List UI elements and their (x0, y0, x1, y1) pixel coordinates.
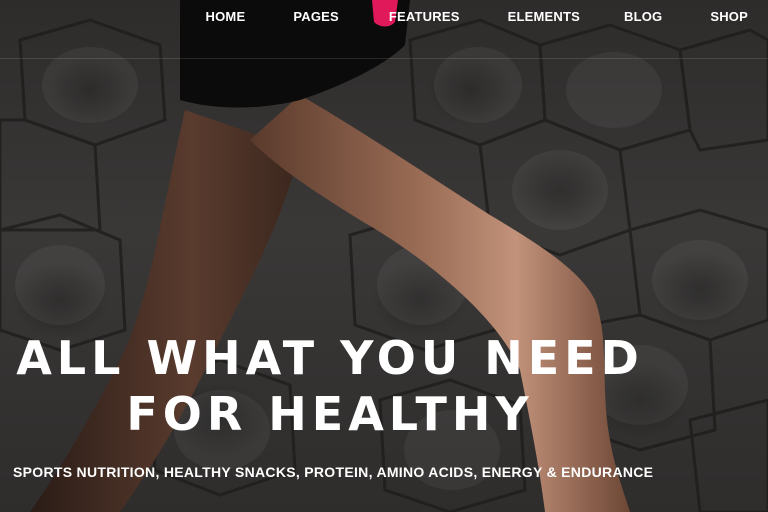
nav-item-features[interactable]: FEATURES (389, 9, 460, 24)
nav-item-shop[interactable]: SHOP (710, 9, 748, 24)
hero-headline-line-2: FOR HEALTHY (126, 387, 534, 441)
hero-headline: ALL WHAT YOU NEED FOR HEALTHY (0, 330, 660, 442)
hero-subheadline: SPORTS NUTRITION, HEALTHY SNACKS, PROTEI… (13, 464, 654, 480)
nav-item-home[interactable]: HOME (206, 9, 246, 24)
main-nav: HOME PAGES FEATURES ELEMENTS BLOG SHOP (206, 0, 768, 32)
nav-item-elements[interactable]: ELEMENTS (508, 9, 580, 24)
nav-item-pages[interactable]: PAGES (293, 9, 339, 24)
nav-item-blog[interactable]: BLOG (624, 9, 662, 24)
hero-section: HOME PAGES FEATURES ELEMENTS BLOG SHOP A… (0, 0, 768, 512)
header-divider (0, 58, 768, 59)
hero-headline-line-1: ALL WHAT YOU NEED (16, 331, 644, 385)
